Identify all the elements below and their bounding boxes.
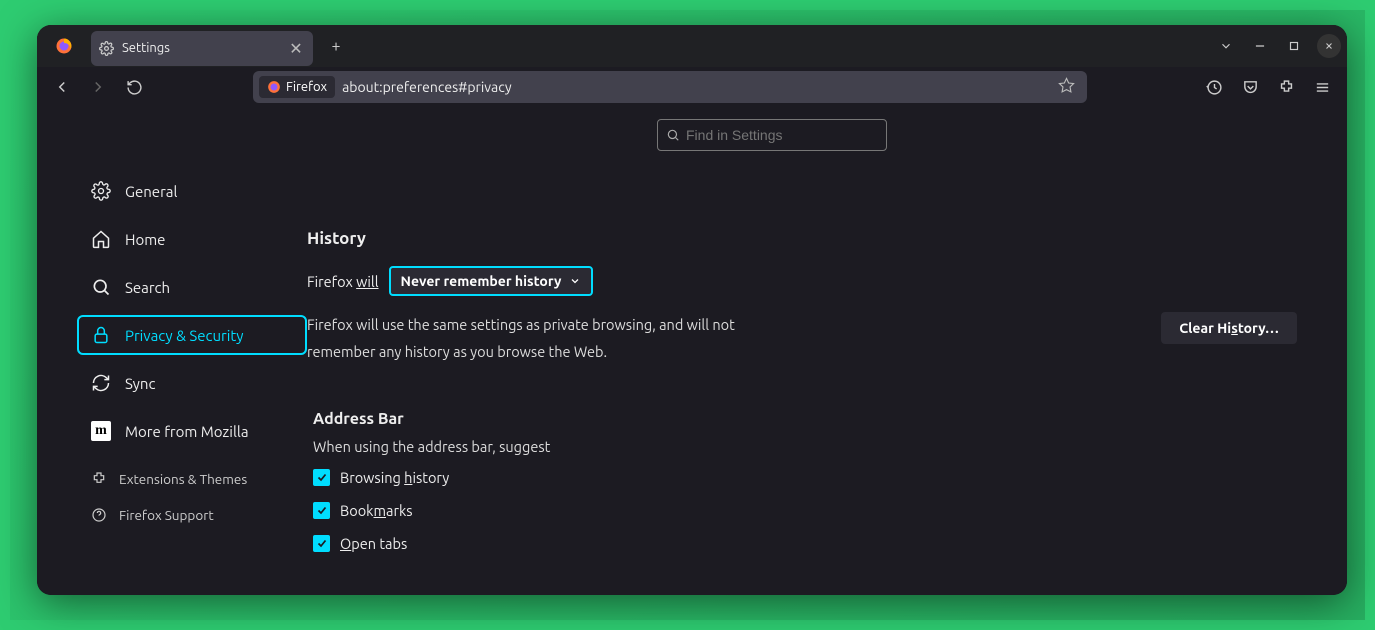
extensions-icon[interactable] (1269, 71, 1303, 103)
clear-history-button[interactable]: Clear History… (1161, 312, 1297, 344)
sync-icon (91, 373, 111, 393)
home-icon (91, 229, 111, 249)
puzzle-icon (91, 471, 107, 487)
bookmark-star-icon[interactable] (1051, 77, 1081, 98)
lock-icon (91, 325, 111, 345)
checkbox-checked-icon[interactable] (313, 502, 330, 519)
settings-sidebar: General Home Search Privacy & Security S… (37, 171, 307, 595)
firefox-app-icon (37, 37, 91, 55)
chevron-down-icon (569, 275, 581, 287)
address-bar-heading: Address Bar (313, 410, 1307, 428)
gear-icon (99, 41, 114, 56)
app-menu-icon[interactable] (1305, 71, 1339, 103)
reload-button[interactable] (117, 71, 151, 103)
forward-button[interactable] (81, 71, 115, 103)
tab-title: Settings (122, 41, 279, 55)
history-icon[interactable] (1197, 71, 1231, 103)
history-mode-dropdown[interactable]: Never remember history (389, 266, 594, 296)
close-window-button[interactable] (1317, 34, 1341, 58)
close-tab-icon[interactable]: ✕ (287, 39, 305, 58)
browser-tab[interactable]: Settings ✕ (91, 31, 313, 66)
history-mode-row: Firefox will Never remember history (307, 266, 1307, 296)
back-button[interactable] (45, 71, 79, 103)
url-text: about:preferences#privacy (342, 79, 1050, 95)
search-icon (91, 277, 111, 297)
history-description: Firefox will use the same settings as pr… (307, 312, 767, 366)
help-icon (91, 507, 107, 523)
identity-badge[interactable]: Firefox (259, 76, 335, 98)
page-content: General Home Search Privacy & Security S… (37, 107, 1347, 595)
browser-window: Settings ✕ + Firefox about:preferences#p… (37, 25, 1347, 595)
mozilla-logo-icon: m (91, 421, 111, 441)
sidebar-support-link[interactable]: Firefox Support (77, 499, 307, 531)
sidebar-item-more[interactable]: m More from Mozilla (77, 411, 307, 451)
sidebar-item-privacy[interactable]: Privacy & Security (77, 315, 307, 355)
pocket-icon[interactable] (1233, 71, 1267, 103)
settings-main: History Firefox will Never remember hist… (307, 171, 1347, 595)
url-bar[interactable]: Firefox about:preferences#privacy (253, 71, 1087, 103)
suggest-opentabs-checkbox-row[interactable]: Open tabs (313, 535, 1307, 552)
sidebar-item-sync[interactable]: Sync (77, 363, 307, 403)
checkbox-checked-icon[interactable] (313, 469, 330, 486)
suggest-history-checkbox-row[interactable]: Browsing history (313, 469, 1307, 486)
minimize-button[interactable] (1245, 31, 1275, 61)
new-tab-button[interactable]: + (321, 37, 351, 55)
nav-toolbar: Firefox about:preferences#privacy (37, 67, 1347, 107)
sidebar-item-general[interactable]: General (77, 171, 307, 211)
titlebar: Settings ✕ + (37, 25, 1347, 67)
settings-search-input[interactable] (657, 119, 887, 151)
suggest-bookmarks-checkbox-row[interactable]: Bookmarks (313, 502, 1307, 519)
address-bar-description: When using the address bar, suggest (313, 438, 1307, 455)
history-heading: History (307, 229, 1307, 248)
search-icon (666, 128, 680, 142)
sidebar-item-search[interactable]: Search (77, 267, 307, 307)
maximize-button[interactable] (1279, 31, 1309, 61)
checkbox-checked-icon[interactable] (313, 535, 330, 552)
gear-icon (91, 181, 111, 201)
list-tabs-button[interactable] (1211, 31, 1241, 61)
sidebar-extensions-link[interactable]: Extensions & Themes (77, 463, 307, 495)
sidebar-item-home[interactable]: Home (77, 219, 307, 259)
